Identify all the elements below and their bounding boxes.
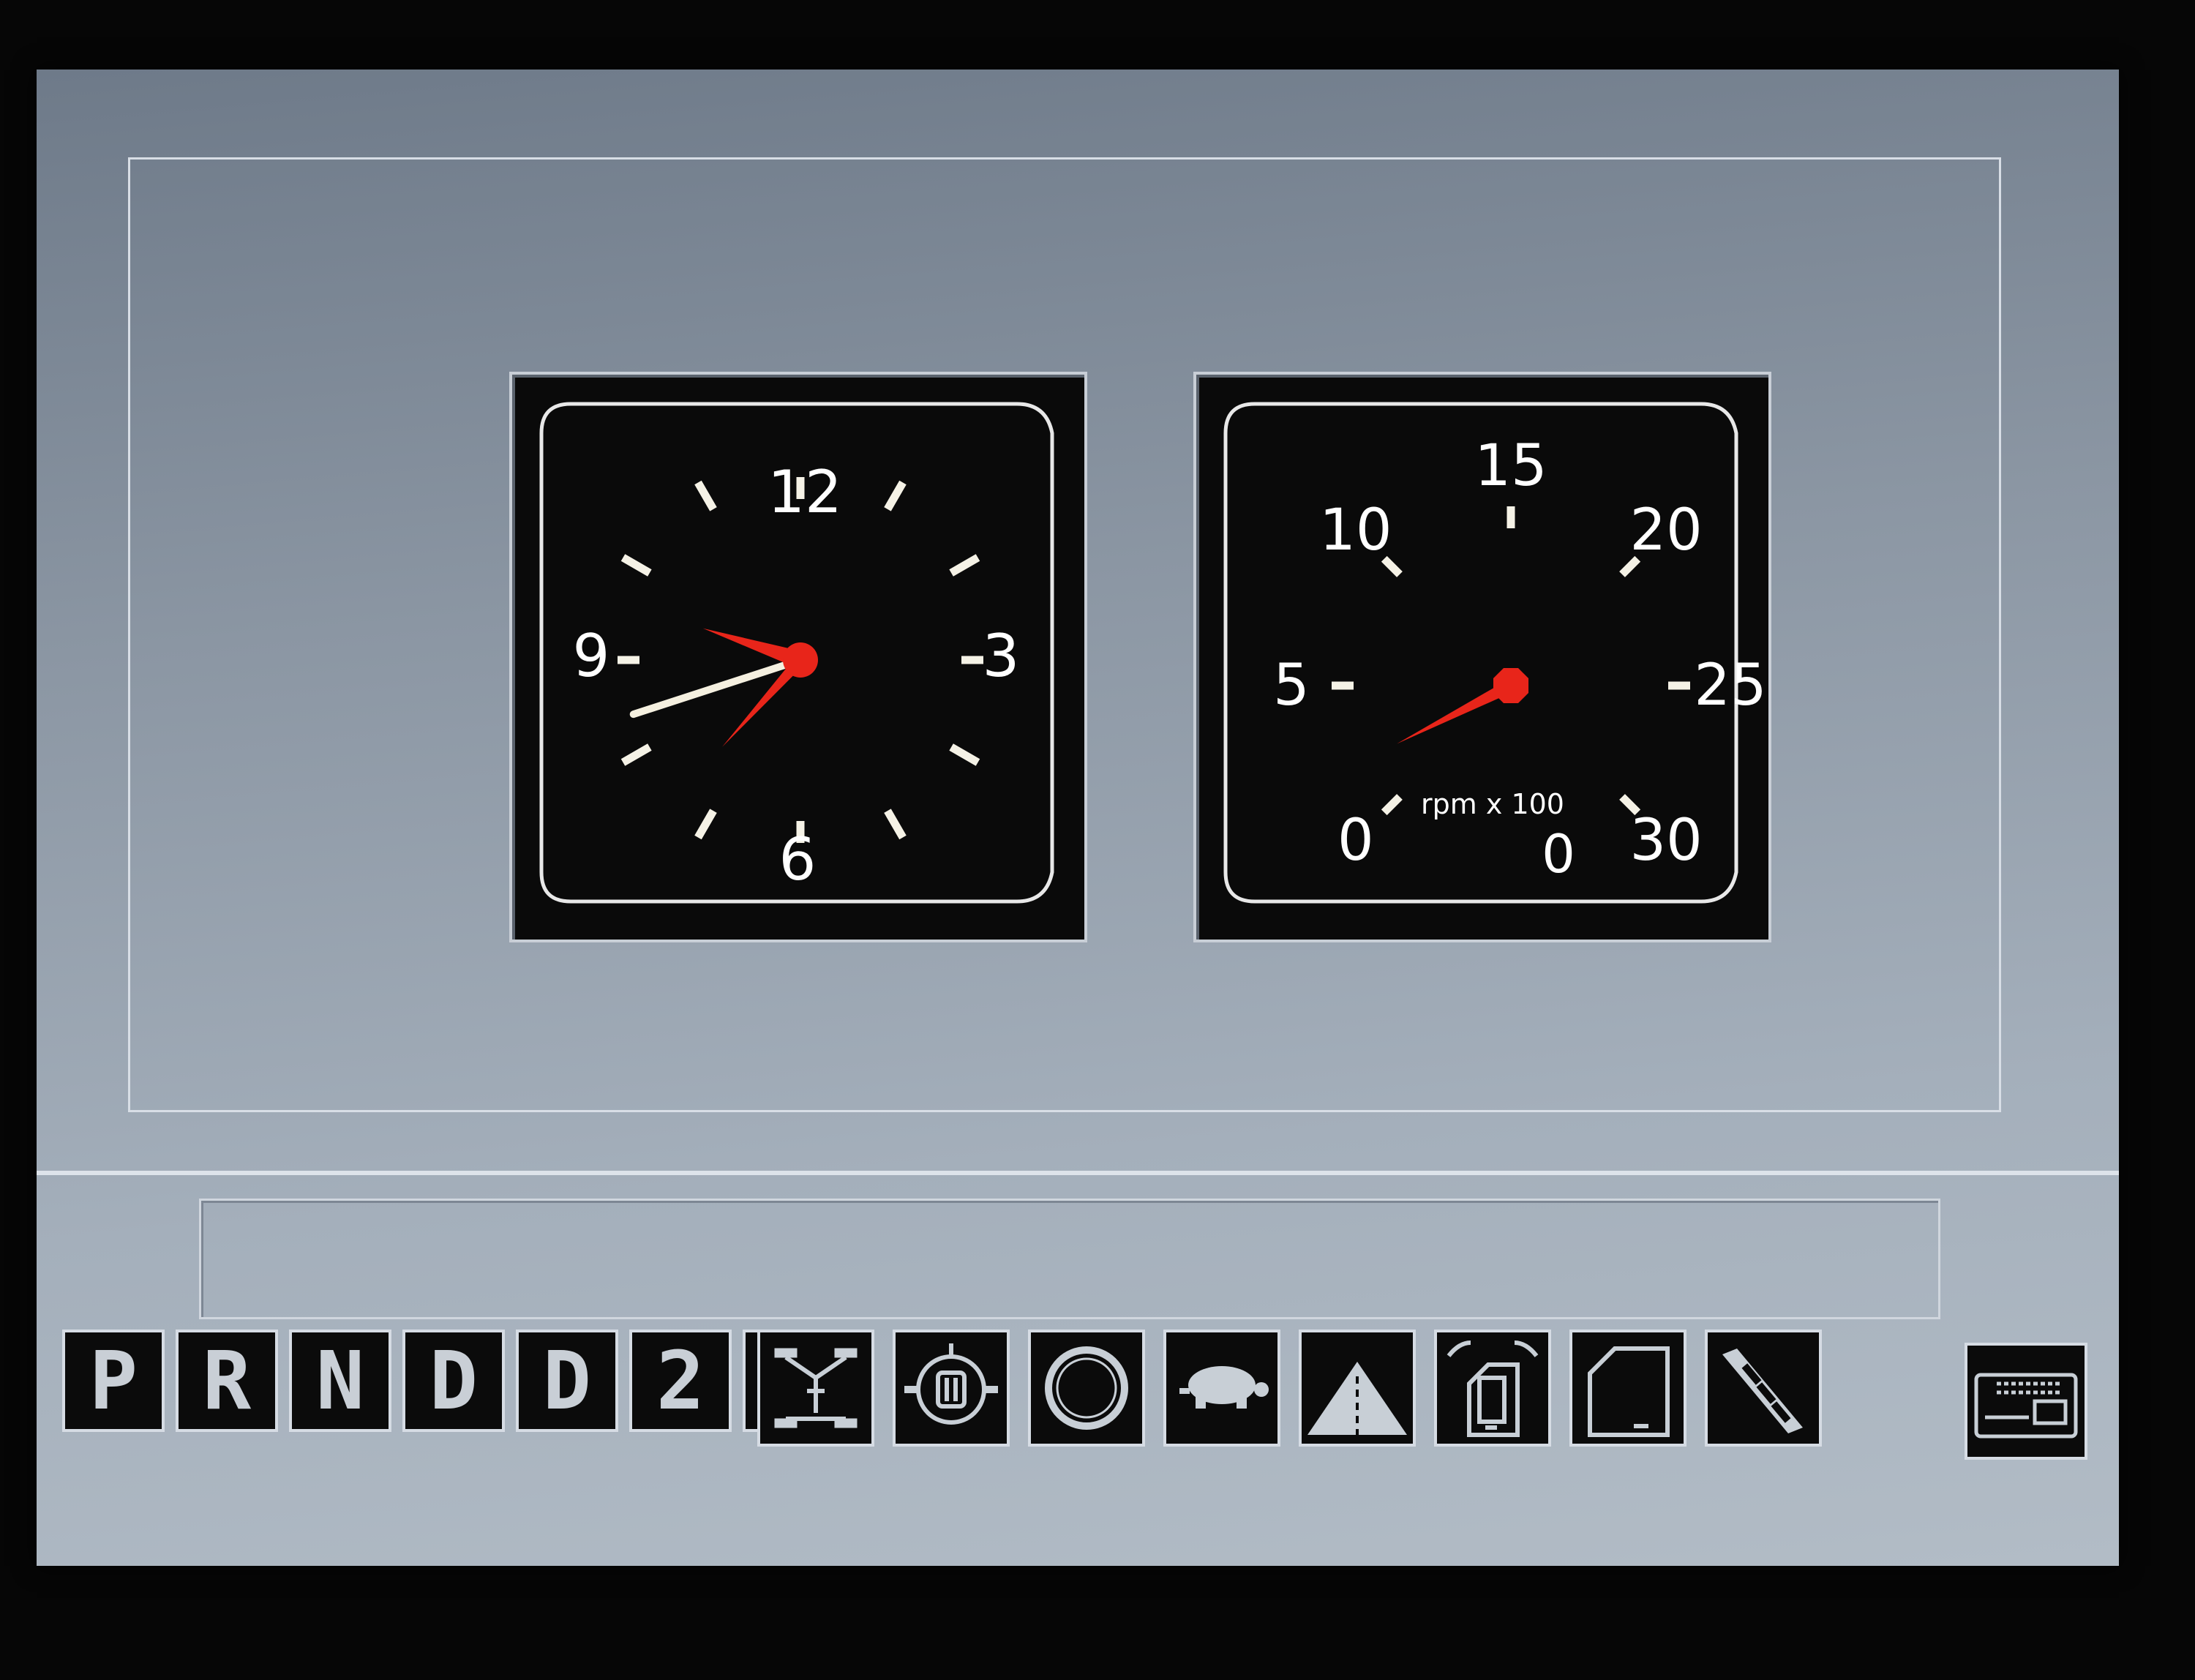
road-lane-button[interactable]	[1299, 1330, 1416, 1447]
turtle-low-range-icon	[1179, 1366, 1269, 1409]
door-open-warning-button[interactable]	[1434, 1330, 1551, 1447]
tach-scale-label: 25	[1694, 653, 1766, 719]
clock-tick	[694, 480, 717, 511]
conveyor-button[interactable]	[1705, 1330, 1822, 1447]
door-icon	[1588, 1346, 1670, 1437]
turtle-low-range-button[interactable]	[1163, 1330, 1280, 1447]
clock-tick	[620, 743, 652, 766]
gear-d-alt-button[interactable]: D	[516, 1330, 618, 1432]
door-button[interactable]	[1569, 1330, 1686, 1447]
message-bar	[199, 1199, 1940, 1319]
road-lane-icon	[1307, 1362, 1407, 1435]
four-wheel-drive-button[interactable]	[757, 1330, 874, 1447]
gear-r-button[interactable]: R	[176, 1330, 278, 1432]
clock-label-12: 12	[768, 458, 842, 526]
tire-pressure-icon	[1045, 1346, 1128, 1430]
conveyor-icon	[1722, 1349, 1803, 1433]
control-bar: P R N D D 2 1	[37, 1321, 2119, 1467]
tachometer-hub	[1493, 667, 1529, 704]
clock-tick	[949, 554, 980, 577]
gear-n-button[interactable]: N	[289, 1330, 391, 1432]
clock-tick	[620, 554, 652, 577]
cassette-player-icon	[1974, 1373, 2078, 1439]
dashboard-screen: 12 3 6 9 0 5 10 15 20 25 30 rpm x 100 0	[37, 70, 2119, 1566]
clock-label-9: 9	[573, 622, 610, 690]
media-button[interactable]	[1965, 1343, 2087, 1460]
clock-label-6: 6	[779, 825, 817, 893]
tach-scale-label: 5	[1273, 653, 1310, 719]
clock-tick	[884, 809, 907, 840]
four-wheel-drive-icon	[774, 1348, 858, 1428]
clock-tick	[884, 480, 907, 511]
clock-dial: 12 3 6 9	[539, 402, 1054, 904]
tach-scale-label: 15	[1474, 433, 1547, 499]
tachometer: 0 5 10 15 20 25 30 rpm x 100 0	[1193, 372, 1771, 942]
differential-lock-icon	[904, 1343, 998, 1425]
tach-scale-label: 10	[1319, 498, 1392, 563]
panel-divider	[37, 1171, 2119, 1175]
odometer-value: 0	[1542, 823, 1575, 885]
clock-hub	[783, 642, 818, 678]
gear-d-button[interactable]: D	[402, 1330, 505, 1432]
tach-tick	[1381, 794, 1403, 816]
gauges-panel: 12 3 6 9 0 5 10 15 20 25 30 rpm x 100 0	[128, 157, 2001, 1112]
tachometer-unit-label: rpm x 100	[1421, 788, 1564, 820]
tach-scale-label: 0	[1337, 808, 1374, 874]
tachometer-dial: 0 5 10 15 20 25 30 rpm x 100 0	[1223, 402, 1767, 904]
clock-tick	[694, 809, 717, 840]
tach-scale-label: 20	[1629, 498, 1702, 563]
tire-pressure-button[interactable]	[1028, 1330, 1145, 1447]
differential-lock-button[interactable]	[893, 1330, 1010, 1447]
gear-p-button[interactable]: P	[62, 1330, 165, 1432]
gear-2-button[interactable]: 2	[629, 1330, 732, 1432]
door-open-warning-icon	[1447, 1340, 1539, 1437]
clock-label-3: 3	[983, 622, 1020, 690]
tach-scale-label: 30	[1629, 808, 1702, 874]
clock-tick	[949, 743, 980, 766]
analog-clock: 12 3 6 9	[509, 372, 1087, 942]
